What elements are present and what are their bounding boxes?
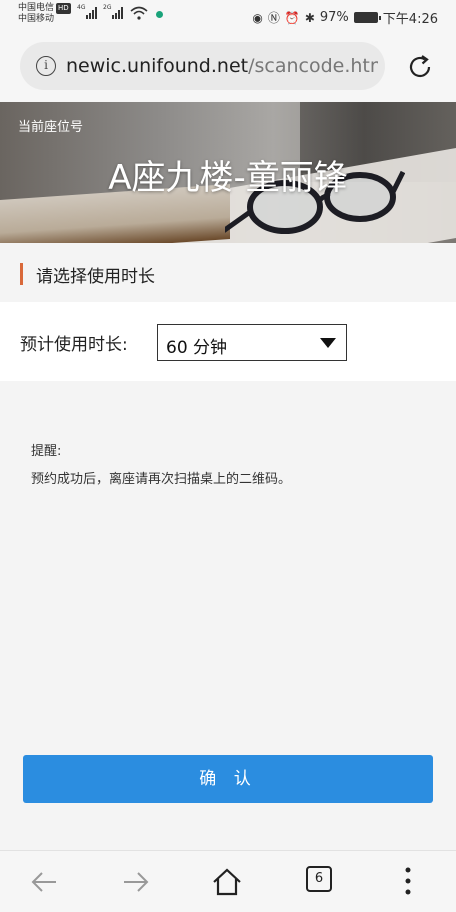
url-path: /scancode.htm (248, 55, 378, 77)
battery-icon (353, 12, 381, 23)
duration-selected-value: 60 分钟 (166, 338, 228, 358)
duration-label: 预计使用时长: (20, 335, 128, 355)
dropdown-arrow-icon (320, 338, 336, 348)
nfc-icon: Ⓝ (267, 11, 280, 25)
home-icon[interactable] (210, 865, 244, 899)
signal-icon: 4G (77, 4, 97, 19)
reload-icon[interactable] (405, 52, 435, 82)
carrier-1: 中国电信 (18, 3, 55, 13)
tabs-count-button[interactable]: 6 (306, 866, 332, 892)
seat-title: A座九楼-童丽锋 (108, 158, 348, 198)
carrier-2: 中国移动 (18, 14, 55, 24)
seat-banner: 当前座位号 A座九楼-童丽锋 (0, 102, 456, 243)
hd-badge: HD (56, 3, 71, 14)
reminder-text: 预约成功后，离座请再次扫描桌上的二维码。 (31, 472, 292, 487)
network-type-2: 2G (103, 4, 112, 11)
confirm-button[interactable]: 确 认 (23, 755, 433, 803)
url-text[interactable]: newic.unifound.net/scancode.htm (66, 55, 378, 77)
alarm-icon: ⏰ (284, 10, 300, 25)
battery-percent: 97% (319, 10, 349, 25)
bluetooth-icon: ✱ (304, 10, 315, 25)
url-host: newic.unifound.net (66, 55, 249, 77)
section-title: 请选择使用时长 (36, 267, 155, 287)
signal-icon-2: 2G (103, 4, 123, 19)
back-arrow-icon[interactable] (28, 865, 62, 899)
clock: 下午4:26 (382, 12, 438, 27)
forward-arrow-icon[interactable] (118, 865, 152, 899)
wifi-icon (130, 6, 148, 20)
browser-bottom-nav (0, 850, 456, 912)
eye-icon: ◉ (252, 10, 263, 25)
status-bar: 中国电信 HD 中国移动 4G 2G ◉ Ⓝ ⏰ ✱ 97% 下午4:26 (0, 0, 456, 32)
address-bar[interactable]: i newic.unifound.net/scancode.htm (20, 42, 385, 90)
seat-label: 当前座位号 (18, 120, 84, 135)
status-right: ◉ Ⓝ ⏰ ✱ 97% 下午4:26 (252, 8, 438, 27)
browser-toolbar: i newic.unifound.net/scancode.htm (0, 32, 456, 102)
info-icon[interactable]: i (36, 56, 56, 76)
carrier-info: 中国电信 HD 中国移动 (18, 3, 71, 25)
reminder-title: 提醒: (31, 444, 62, 459)
duration-select[interactable]: 60 分钟 (157, 324, 347, 361)
notification-dot-icon (156, 11, 163, 18)
more-menu-icon[interactable] (405, 866, 411, 896)
network-type-1: 4G (77, 4, 86, 11)
section-accent-bar (20, 263, 23, 285)
